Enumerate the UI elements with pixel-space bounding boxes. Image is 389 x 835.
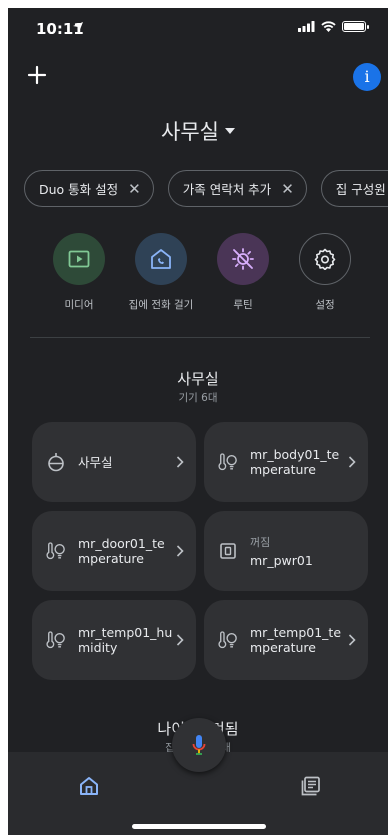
device-tile-temp-temperature[interactable]: mr_temp01_temperature: [204, 600, 368, 680]
chip-label: 가족 연락처 추가: [182, 182, 272, 197]
action-label: 집에 전화 걸기: [128, 299, 194, 311]
action-settings[interactable]: 설정: [284, 233, 366, 312]
chevron-right-icon: [176, 634, 184, 646]
room-title: 사무실: [177, 370, 219, 388]
thermometer-icon: [46, 630, 66, 650]
chip-duo[interactable]: Duo 통화 설정 ✕: [24, 170, 154, 207]
gear-icon: [299, 233, 351, 285]
routine-icon: [217, 233, 269, 285]
action-call-home[interactable]: 집에 전화 걸기: [120, 233, 202, 312]
chip-invite-member[interactable]: 집 구성원 초: [320, 170, 388, 207]
action-label: 루틴: [233, 299, 253, 311]
quick-actions: 미디어 집에 전화 걸기 루틴 설정: [38, 233, 366, 312]
call-home-icon: [135, 233, 187, 285]
device-tile-door-temperature[interactable]: mr_door01_temperature: [32, 511, 196, 591]
thermometer-icon: [218, 630, 238, 650]
assistant-mic-button[interactable]: [172, 718, 226, 772]
device-tile-humidity[interactable]: mr_temp01_humidity: [32, 600, 196, 680]
device-label: mr_door01_temperature: [78, 536, 176, 566]
thermometer-icon: [46, 541, 66, 561]
divider: [30, 337, 370, 338]
home-name: 사무실: [161, 120, 219, 144]
device-state: 꺼짐: [250, 535, 271, 549]
app-screen: 10:11 i 사무실 Duo 통화 설정 ✕ 가족 연락처 추가 ✕ 집 구성…: [8, 8, 388, 835]
chevron-right-icon: [348, 456, 356, 468]
caret-down-icon: [224, 128, 235, 134]
status-indicators: [298, 21, 369, 32]
device-name: mr_temp01_humidity: [78, 625, 173, 655]
thermometer-icon: [218, 452, 238, 472]
device-label: mr_temp01_humidity: [78, 625, 176, 655]
suggestion-chips: Duo 통화 설정 ✕ 가족 연락처 추가 ✕ 집 구성원 초: [24, 170, 388, 207]
room-device-count: 기기 6대: [178, 392, 218, 404]
home-selector[interactable]: 사무실: [8, 116, 388, 146]
add-icon[interactable]: [26, 64, 48, 86]
chip-label: 집 구성원 초: [335, 182, 388, 197]
status-bar: 10:11: [8, 8, 388, 48]
media-icon: [53, 233, 105, 285]
home-indicator: [132, 824, 266, 829]
feed-icon[interactable]: [301, 776, 321, 796]
device-label: 꺼짐 mr_pwr01: [250, 535, 356, 568]
mic-icon: [192, 735, 206, 755]
outlet-icon: [218, 541, 238, 561]
account-avatar-button[interactable]: i: [353, 63, 381, 91]
device-name: mr_body01_temperature: [250, 447, 340, 477]
device-name: 사무실: [78, 454, 113, 470]
chevron-right-icon: [348, 634, 356, 646]
action-label: 설정: [315, 299, 335, 311]
device-name: mr_temp01_temperature: [250, 625, 342, 655]
action-label: 미디어: [64, 299, 94, 311]
signal-icon: [298, 21, 315, 32]
device-name: mr_pwr01: [250, 552, 313, 568]
home-icon[interactable]: [79, 776, 99, 796]
close-icon[interactable]: ✕: [128, 180, 141, 198]
hub-icon: [46, 452, 66, 472]
chip-label: Duo 통화 설정: [39, 182, 119, 197]
device-label: mr_body01_temperature: [250, 447, 348, 477]
location-arrow-icon: [73, 22, 83, 32]
device-name: mr_door01_temperature: [78, 536, 165, 566]
action-routine[interactable]: 루틴: [202, 233, 284, 312]
chevron-right-icon: [176, 545, 184, 557]
device-tile-office-hub[interactable]: 사무실: [32, 422, 196, 502]
device-tile-power[interactable]: 꺼짐 mr_pwr01: [204, 511, 368, 591]
chevron-right-icon: [176, 456, 184, 468]
chip-family-contact[interactable]: 가족 연락처 추가 ✕: [167, 170, 307, 207]
wifi-icon: [321, 21, 336, 32]
device-label: 사무실: [78, 455, 176, 470]
close-icon[interactable]: ✕: [281, 180, 294, 198]
action-media[interactable]: 미디어: [38, 233, 120, 312]
device-tile-body-temperature[interactable]: mr_body01_temperature: [204, 422, 368, 502]
battery-icon: [342, 21, 369, 32]
device-label: mr_temp01_temperature: [250, 625, 348, 655]
